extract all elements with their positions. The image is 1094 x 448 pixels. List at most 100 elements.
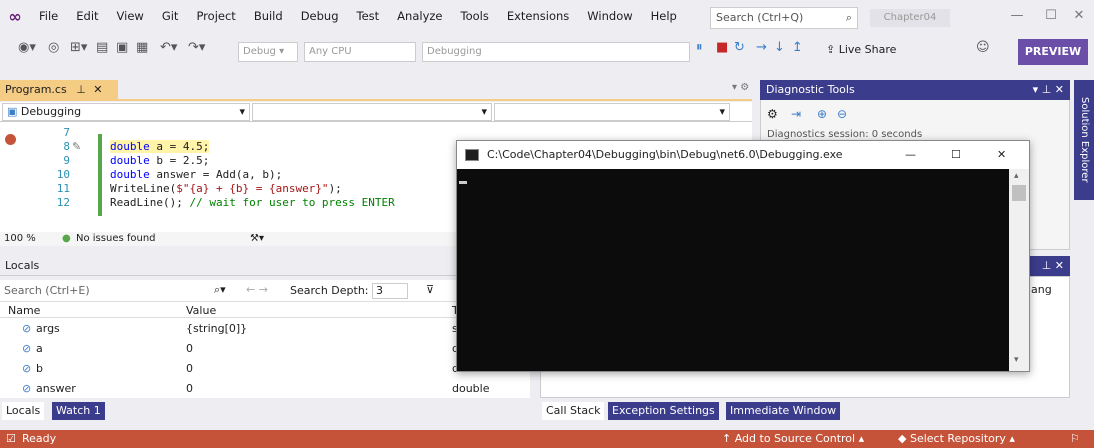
live-share-button[interactable]: ⇪ Live Share [826, 43, 896, 56]
menu-git[interactable]: Git [153, 0, 188, 33]
variable-icon: ⊘ [22, 382, 32, 395]
menu-test[interactable]: Test [348, 0, 389, 33]
tab-exception-settings[interactable]: Exception Settings [608, 402, 719, 420]
add-source-control-button[interactable]: ↑ Add to Source Control ▴ [722, 430, 864, 448]
col-value-header[interactable]: Value [186, 304, 216, 317]
select-repository-button[interactable]: ◆ Select Repository ▴ [898, 430, 1015, 448]
save-icon[interactable]: ▣ [116, 40, 128, 55]
platform-select[interactable]: Any CPU [304, 42, 416, 62]
row-name: args [36, 322, 60, 335]
pin-icon[interactable]: ⊥ [76, 83, 86, 96]
console-maximize-button[interactable]: ☐ [951, 141, 961, 169]
check-icon: ● [62, 233, 71, 244]
edit-pencil-icon: ✎ [72, 140, 82, 153]
startup-item-select[interactable]: Debugging [422, 42, 690, 62]
col-name-header[interactable]: Name [8, 304, 40, 317]
code-line: WriteLine($"{a} + {b} = {answer}"); [110, 182, 342, 195]
tab-call-stack[interactable]: Call Stack [542, 402, 605, 420]
menu-build[interactable]: Build [245, 0, 292, 33]
new-item-icon[interactable]: ⊞▾ [70, 40, 87, 55]
menu-window[interactable]: Window [578, 0, 641, 33]
menu-view[interactable]: View [108, 0, 153, 33]
search-placeholder: Search (Ctrl+Q) [716, 11, 804, 24]
preview-button[interactable]: PREVIEW [1018, 39, 1088, 65]
solution-explorer-tab[interactable]: Solution Explorer [1074, 80, 1094, 200]
open-icon[interactable]: ▤ [96, 40, 108, 55]
back-nav-icon[interactable]: ◉▾ [18, 40, 36, 55]
close-tab-icon[interactable]: ✕ [93, 83, 102, 96]
menu-edit[interactable]: Edit [67, 0, 107, 33]
startup-item-value: Debugging [427, 46, 482, 57]
menu-help[interactable]: Help [642, 0, 686, 33]
notifications-icon[interactable]: ⚐ [1070, 430, 1080, 448]
member-combo[interactable]: ▾ [494, 103, 730, 121]
type-combo[interactable]: ▾ [252, 103, 492, 121]
row-type: double [452, 382, 490, 395]
save-all-icon[interactable]: ▦ [136, 40, 148, 55]
tab-overflow-icon[interactable]: ▾ ⚙ [732, 82, 749, 93]
menu-project[interactable]: Project [187, 0, 244, 33]
console-minimize-button[interactable]: — [905, 141, 916, 169]
console-scrollbar[interactable]: ▴ ▾ [1009, 169, 1029, 371]
menu-analyze[interactable]: Analyze [388, 0, 451, 33]
bottom-tabs-right: Call Stack Exception Settings Immediate … [540, 402, 1094, 420]
issues-status[interactable]: No issues found [76, 232, 156, 246]
redo-icon[interactable]: ↷▾ [188, 40, 205, 55]
locals-search-input[interactable]: Search (Ctrl+E) [4, 284, 90, 297]
close-window-button[interactable]: ✕ [1068, 6, 1090, 26]
console-output[interactable] [457, 169, 1009, 371]
back-arrow-icon[interactable]: ← → [246, 283, 268, 296]
zoom-out-icon[interactable]: ⊖ [837, 107, 847, 121]
console-title-bar: C:\Code\Chapter04\Debugging\bin\Debug\ne… [457, 141, 1029, 169]
select-repo-label: Select Repository [909, 432, 1006, 445]
configuration-select[interactable]: Debug ▾ [238, 42, 298, 62]
undo-icon[interactable]: ↶▾ [160, 40, 177, 55]
code-line: ReadLine(); // wait for user to press EN… [110, 196, 395, 209]
tab-watch-1[interactable]: Watch 1 [52, 402, 105, 420]
locals-search-bar: Search (Ctrl+E) ⌕▾ ← → Search Depth: 3 ⊽ [0, 280, 530, 302]
search-icon[interactable]: ⌕▾ [214, 283, 226, 297]
forward-nav-icon[interactable]: ◎ [48, 40, 59, 55]
step-into-icon[interactable]: ↓ [774, 40, 785, 55]
zoom-in-icon[interactable]: ⊕ [817, 107, 827, 121]
export-icon[interactable]: ⇥ [791, 107, 801, 121]
line-number: 9 [63, 154, 70, 167]
line-number: 8 [63, 140, 70, 153]
restart-icon[interactable]: ↻ [734, 40, 745, 55]
settings-icon[interactable]: ⚙ [767, 107, 778, 121]
menu-tools[interactable]: Tools [452, 0, 498, 33]
feedback-icon[interactable]: ☺ [976, 40, 990, 55]
panel-pin-close-icon[interactable]: ⊥ ✕ [1042, 259, 1064, 272]
variable-icon: ⊘ [22, 362, 32, 375]
diagnostic-title-label: Diagnostic Tools [766, 83, 855, 96]
search-depth-select[interactable]: 3 [372, 283, 408, 299]
panel-options-icon[interactable]: ▾ ⊥ ✕ [1033, 80, 1064, 100]
project-icon: ▣ [7, 105, 18, 118]
status-ready: Ready [22, 432, 57, 445]
step-over-icon[interactable]: → [756, 40, 767, 55]
menu-file[interactable]: File [30, 0, 67, 33]
console-close-button[interactable]: ✕ [997, 141, 1006, 169]
global-search-input[interactable]: Search (Ctrl+Q) ⌕ [710, 7, 858, 29]
project-combo[interactable]: ▣ Debugging ▾ [2, 103, 250, 121]
row-name: answer [36, 382, 76, 395]
brush-icon[interactable]: ⚒▾ [250, 232, 264, 246]
code-line: double answer = Add(a, b); [110, 168, 283, 181]
tab-program-cs[interactable]: Program.cs ⊥ ✕ [0, 80, 118, 100]
break-all-icon[interactable]: ⏸ [696, 40, 703, 55]
step-out-icon[interactable]: ↥ [792, 40, 803, 55]
breakpoint-current-icon[interactable] [5, 134, 16, 145]
console-window[interactable]: C:\Code\Chapter04\Debugging\bin\Debug\ne… [456, 140, 1030, 372]
tab-immediate-window[interactable]: Immediate Window [726, 402, 841, 420]
stop-debugging-icon[interactable]: ■ [716, 40, 728, 55]
zoom-level[interactable]: 100 % [4, 232, 36, 246]
status-bar: ☑ Ready ↑ Add to Source Control ▴ ◆ Sele… [0, 430, 1094, 448]
menu-extensions[interactable]: Extensions [498, 0, 578, 33]
minimize-button[interactable]: — [1006, 6, 1028, 26]
maximize-button[interactable]: ☐ [1040, 6, 1062, 26]
configuration-value: Debug [243, 46, 276, 57]
menu-debug[interactable]: Debug [292, 0, 348, 33]
filter-icon[interactable]: ⊽ [426, 283, 434, 296]
tab-locals[interactable]: Locals [2, 402, 45, 420]
tab-label: Program.cs [5, 83, 67, 96]
